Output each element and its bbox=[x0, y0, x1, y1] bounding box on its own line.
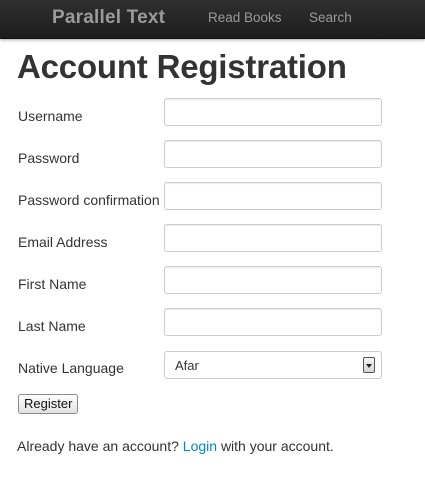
login-prompt-after: with your account. bbox=[220, 438, 334, 454]
native-language-label: Native Language bbox=[18, 360, 124, 376]
email-label: Email Address bbox=[18, 234, 108, 250]
top-navbar: Parallel Text Read Books Search bbox=[0, 0, 425, 39]
username-label: Username bbox=[18, 108, 83, 124]
nav-link-search[interactable]: Search bbox=[309, 10, 352, 25]
chevron-down-icon[interactable] bbox=[363, 357, 375, 373]
brand-logo[interactable]: Parallel Text bbox=[52, 7, 165, 29]
nav-link-read-books[interactable]: Read Books bbox=[208, 10, 282, 25]
login-link[interactable]: Login bbox=[183, 438, 217, 454]
password-confirmation-input[interactable] bbox=[164, 182, 382, 210]
last-name-input[interactable] bbox=[164, 308, 382, 336]
password-input[interactable] bbox=[164, 140, 382, 168]
username-input[interactable] bbox=[164, 98, 382, 126]
register-button[interactable]: Register bbox=[18, 394, 79, 414]
password-label: Password bbox=[18, 150, 80, 166]
first-name-input[interactable] bbox=[164, 266, 382, 294]
email-input[interactable] bbox=[164, 224, 382, 252]
password-confirmation-label: Password confirmation bbox=[18, 192, 160, 208]
native-language-select[interactable]: Afar bbox=[164, 351, 382, 379]
first-name-label: First Name bbox=[18, 276, 87, 292]
login-prompt-before: Already have an account? bbox=[17, 438, 179, 454]
last-name-label: Last Name bbox=[18, 318, 86, 334]
page-title: Account Registration bbox=[17, 48, 347, 85]
login-prompt: Already have an account? Login with your… bbox=[17, 438, 334, 454]
native-language-value: Afar bbox=[175, 358, 199, 373]
